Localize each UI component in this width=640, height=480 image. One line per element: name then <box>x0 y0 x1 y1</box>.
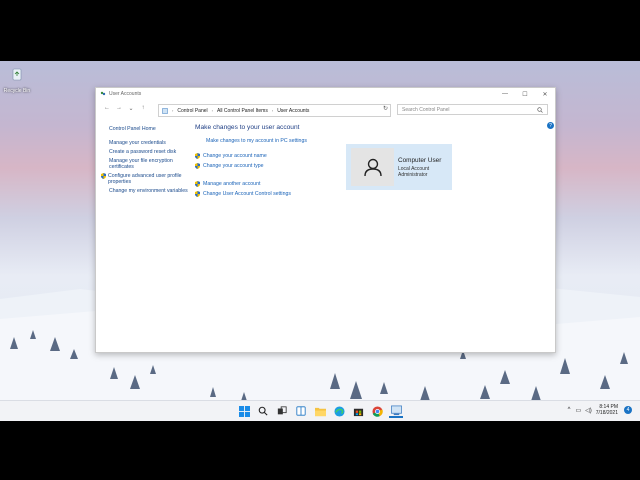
recycle-bin-icon <box>12 68 22 81</box>
file-encryption-link[interactable]: Manage your file encryption certificates <box>109 158 189 170</box>
chrome-button[interactable] <box>370 404 384 418</box>
taskbar: ^ ▭ ◁) 8:14 PM 7/18/2021 4 <box>0 400 640 421</box>
task-view-button[interactable] <box>275 404 289 418</box>
advanced-profile-properties-link[interactable]: Configure advanced user profile properti… <box>101 173 189 185</box>
control-panel-icon <box>390 405 402 415</box>
search-input[interactable]: Search Control Panel <box>397 104 548 115</box>
manage-credentials-link[interactable]: Manage your credentials <box>109 140 189 146</box>
uac-shield-icon <box>101 173 106 179</box>
address-bar[interactable]: › Control Panel › All Control Panel Item… <box>158 104 391 117</box>
file-explorer-button[interactable] <box>313 404 327 418</box>
refresh-icon[interactable]: ↻ <box>383 105 388 112</box>
taskbar-search-button[interactable] <box>256 404 270 418</box>
breadcrumb-user-accounts[interactable]: User Accounts <box>277 108 309 114</box>
task-view-icon <box>277 406 287 415</box>
edge-icon <box>333 405 345 417</box>
control-panel-icon <box>162 107 168 114</box>
clock[interactable]: 8:14 PM 7/18/2021 <box>596 404 618 416</box>
back-button[interactable]: ← <box>101 102 113 114</box>
taskbar-icons <box>237 404 403 418</box>
main-content: Make changes to your user account Make c… <box>195 124 307 201</box>
search-icon <box>537 107 543 113</box>
network-icon[interactable]: ▭ <box>575 407 581 414</box>
clock-date: 7/18/2021 <box>595 410 618 416</box>
advanced-profile-properties-label: Configure advanced user profile properti… <box>108 173 182 185</box>
change-account-name-link[interactable]: Change your account name <box>195 153 307 159</box>
breadcrumb-separator: › <box>172 108 174 113</box>
recycle-bin-label: Recycle Bin <box>3 88 31 94</box>
account-name: Computer User <box>398 157 442 164</box>
breadcrumb-separator: › <box>271 108 274 113</box>
arrow-up-icon: ↑ <box>141 105 145 111</box>
breadcrumb-all-items[interactable]: All Control Panel Items <box>217 108 268 114</box>
arrow-right-icon: → <box>116 105 122 111</box>
maximize-button[interactable]: ☐ <box>515 88 535 100</box>
change-account-type-link[interactable]: Change your account type <box>195 163 307 169</box>
account-role: Administrator <box>398 172 428 178</box>
uac-settings-label: Change User Account Control settings <box>203 191 291 197</box>
edge-button[interactable] <box>332 404 346 418</box>
desktop: Recycle Bin User Accounts — ☐ ✕ ← → ⌄ ↑ … <box>0 61 640 419</box>
breadcrumb-separator: › <box>211 108 213 113</box>
recycle-bin[interactable]: Recycle Bin <box>2 67 32 94</box>
manage-another-account-label: Manage another account <box>203 181 261 187</box>
start-button[interactable] <box>237 404 251 418</box>
minimize-button[interactable]: — <box>495 88 515 100</box>
close-button[interactable]: ✕ <box>535 88 555 100</box>
arrow-left-icon: ← <box>104 105 110 111</box>
uac-shield-icon <box>195 153 200 159</box>
uac-shield-icon <box>195 181 200 187</box>
system-tray: ^ ▭ ◁) 8:14 PM 7/18/2021 4 <box>568 404 632 416</box>
control-panel-home-link[interactable]: Control Panel Home <box>109 126 189 132</box>
store-icon <box>353 408 363 416</box>
uac-settings-link[interactable]: Change User Account Control settings <box>195 191 307 197</box>
user-accounts-icon <box>100 91 106 96</box>
start-icon <box>238 405 250 417</box>
window-controls: — ☐ ✕ <box>495 88 555 100</box>
change-account-type-label: Change your account type <box>203 163 264 169</box>
store-button[interactable] <box>351 404 365 418</box>
manage-another-account-link[interactable]: Manage another account <box>195 181 307 187</box>
pc-settings-link[interactable]: Make changes to my account in PC setting… <box>195 138 307 144</box>
title-bar: User Accounts <box>96 88 555 100</box>
chevron-down-icon: ⌄ <box>128 105 134 112</box>
volume-icon[interactable]: ◁) <box>585 407 592 414</box>
chrome-icon <box>371 405 383 417</box>
widgets-icon <box>296 406 306 416</box>
window-title: User Accounts <box>109 91 142 97</box>
search-icon <box>258 406 268 416</box>
help-button[interactable]: ? <box>547 122 554 129</box>
recent-locations-button[interactable]: ⌄ <box>125 102 137 114</box>
environment-variables-link[interactable]: Change my environment variables <box>109 188 189 194</box>
chevron-up-icon[interactable]: ^ <box>568 407 571 413</box>
page-heading: Make changes to your user account <box>195 124 300 131</box>
widgets-button[interactable] <box>294 404 308 418</box>
notification-badge[interactable]: 4 <box>624 406 632 414</box>
search-placeholder: Search Control Panel <box>402 106 450 113</box>
uac-shield-icon <box>195 163 200 169</box>
change-account-name-label: Change your account name <box>203 153 267 159</box>
control-panel-taskbar-button[interactable] <box>389 404 403 418</box>
user-accounts-window: User Accounts — ☐ ✕ ← → ⌄ ↑ › Control Pa… <box>95 87 556 353</box>
breadcrumb-control-panel[interactable]: Control Panel <box>177 108 207 114</box>
sidebar: Control Panel Home Manage your credentia… <box>101 126 189 197</box>
up-button[interactable]: ↑ <box>137 102 149 114</box>
avatar <box>351 148 394 186</box>
account-tile: Computer User Local Account Administrato… <box>346 144 452 190</box>
uac-shield-icon <box>195 191 200 197</box>
file-explorer-icon <box>314 407 326 416</box>
password-reset-disk-link[interactable]: Create a password reset disk <box>109 149 189 155</box>
forward-button[interactable]: → <box>113 102 125 114</box>
user-icon <box>363 158 382 177</box>
